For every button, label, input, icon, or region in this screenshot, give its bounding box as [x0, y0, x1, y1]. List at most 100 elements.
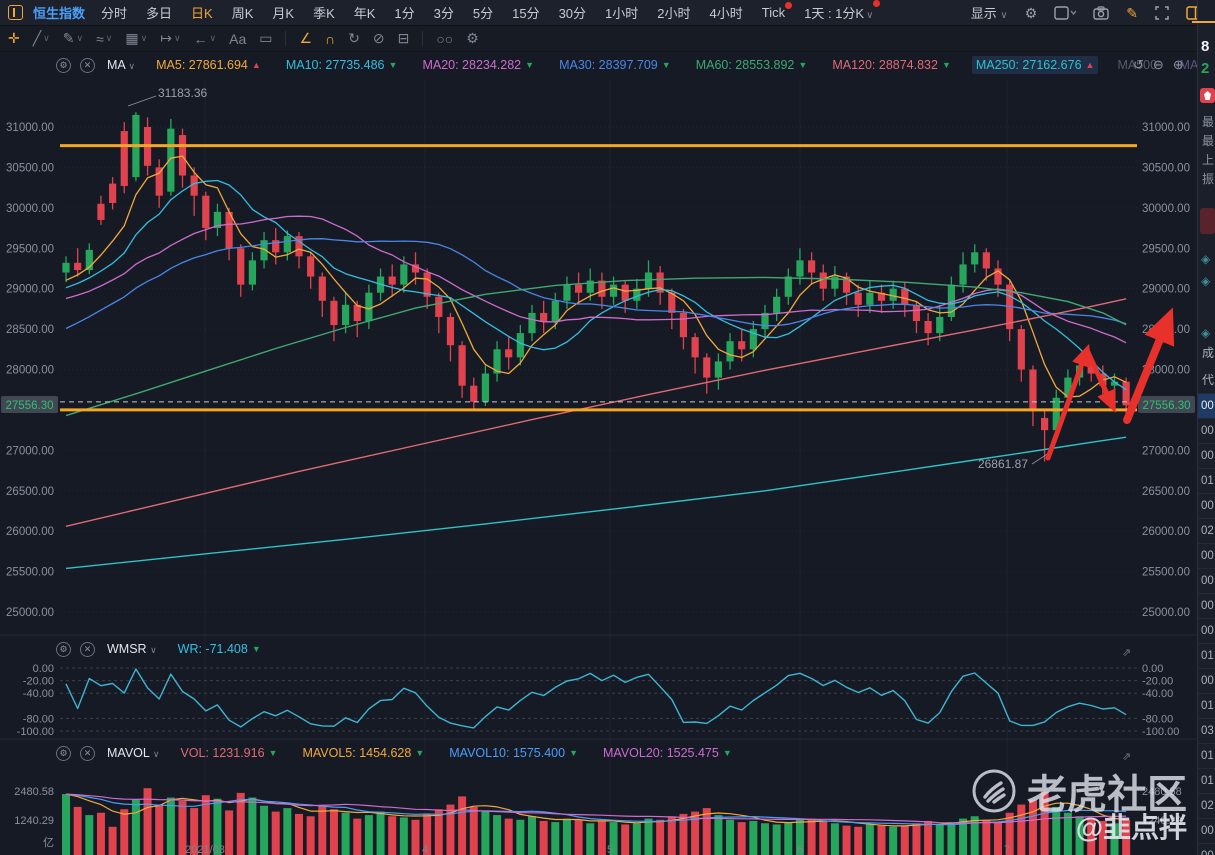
tab-3[interactable]: 日K: [191, 3, 213, 22]
hide-drawings-icon[interactable]: ⊘: [373, 30, 385, 47]
compare-icon[interactable]: ○○: [436, 31, 453, 47]
strip-label: 最: [1202, 134, 1215, 148]
camera-icon[interactable]: [1093, 5, 1109, 20]
stock-code-item[interactable]: 03: [1198, 718, 1215, 743]
tab-13[interactable]: 1小时: [605, 3, 638, 22]
chart-window-icon[interactable]: [8, 5, 23, 20]
trendline-tool-icon[interactable]: ╱ ∨: [33, 30, 50, 47]
tab-7[interactable]: 年K: [354, 3, 376, 22]
stock-code-item[interactable]: 01: [1198, 643, 1215, 668]
main-chart[interactable]: 31000.00 31000.00 30500.00 30500.00 30000.00…: [0, 0, 1197, 855]
frame-select-icon[interactable]: [1054, 5, 1077, 20]
tab-16[interactable]: Tick: [762, 2, 793, 20]
stock-code-item[interactable]: 01: [1198, 743, 1215, 768]
tab-10[interactable]: 5分: [473, 3, 493, 22]
svg-text:1240.29: 1240.29: [14, 815, 54, 827]
indicator-settings-icon[interactable]: ⚙: [56, 641, 71, 657]
wave-tool-icon[interactable]: ≈ ∨: [96, 31, 112, 47]
tab-2[interactable]: 多日: [146, 3, 172, 22]
indicator-value-mavol20[interactable]: MAVOL20: 1525.475 ▼: [599, 744, 736, 762]
indicator-value-vol[interactable]: VOL: 1231.916 ▼: [176, 744, 281, 762]
stock-code-item[interactable]: 00: [1198, 493, 1215, 518]
stock-code-item[interactable]: 00: [1198, 668, 1215, 693]
delete-drawings-icon[interactable]: ⊟: [398, 30, 410, 47]
tab-6[interactable]: 季K: [313, 3, 335, 22]
zoom-out-icon[interactable]: ⊖: [1153, 57, 1164, 73]
tab-17[interactable]: 1天 : 1分K ∨: [804, 0, 881, 22]
stock-code-item[interactable]: 00: [1198, 568, 1215, 593]
svg-text:-20.00: -20.00: [23, 676, 54, 688]
move-tool-icon[interactable]: ✛: [8, 30, 20, 47]
indicator-value-mavol10[interactable]: MAVOL10: 1575.400 ▼: [445, 744, 582, 762]
indicator-close-icon[interactable]: ✕: [80, 745, 95, 761]
pencil-icon[interactable]: ✎: [1126, 6, 1138, 20]
tab-8[interactable]: 1分: [394, 3, 414, 22]
zoom-in-icon[interactable]: ⊕: [1173, 57, 1184, 73]
stock-code-item[interactable]: 00: [1198, 393, 1215, 418]
indicator-value-ma60[interactable]: MA60: 28553.892 ▼: [692, 56, 812, 74]
layer-icon[interactable]: ◈: [1201, 274, 1210, 288]
stock-code-item[interactable]: 00: [1198, 593, 1215, 618]
text-tool-icon[interactable]: Aa: [229, 31, 246, 47]
expand-pane-icon[interactable]: ⇗: [1122, 646, 1131, 659]
indicator-name[interactable]: WMSR ∨: [107, 642, 157, 656]
stock-code-item[interactable]: 01: [1198, 693, 1215, 718]
strip-value: 8: [1201, 38, 1210, 55]
indicator-value-mavol5[interactable]: MAVOL5: 1454.628 ▼: [298, 744, 428, 762]
sell-button-partial[interactable]: [1200, 208, 1215, 234]
stock-code-item[interactable]: 01: [1198, 768, 1215, 793]
svg-text:7: 7: [1004, 844, 1010, 855]
tab-11[interactable]: 15分: [512, 3, 539, 22]
stock-code-item[interactable]: 00: [1198, 418, 1215, 443]
indicator-value-ma10[interactable]: MA10: 27735.486 ▼: [282, 56, 402, 74]
settings-icon[interactable]: ⚙: [1025, 6, 1038, 20]
arc-tool-icon[interactable]: ∩: [325, 31, 335, 47]
indicator-value-ma250[interactable]: MA250: 27162.676 ▲: [971, 56, 1099, 74]
stock-code-item[interactable]: 00: [1198, 618, 1215, 643]
indicator-name[interactable]: MA ∨: [107, 58, 135, 72]
indicator-value-ma120[interactable]: MA120: 28874.832 ▼: [828, 56, 955, 74]
tab-1[interactable]: 分时: [101, 3, 127, 22]
undo-icon[interactable]: ↺: [1133, 57, 1144, 73]
indicator-close-icon[interactable]: ✕: [80, 57, 95, 73]
tab-14[interactable]: 2小时: [657, 3, 690, 22]
tab-5[interactable]: 月K: [272, 3, 294, 22]
indicator-name[interactable]: MAVOL ∨: [107, 746, 159, 760]
stock-code-item[interactable]: 02: [1198, 793, 1215, 818]
indicator-value-ma5[interactable]: MA5: 27861.694 ▲: [152, 56, 265, 74]
stock-code-item[interactable]: 00: [1198, 543, 1215, 568]
tab-12[interactable]: 30分: [559, 3, 586, 22]
layer-icon[interactable]: ◈: [1201, 326, 1210, 340]
stock-code-item[interactable]: 00: [1198, 818, 1215, 843]
angle-tool-icon[interactable]: ∠: [299, 30, 312, 47]
indicator-close-icon[interactable]: ✕: [80, 641, 95, 657]
arrow-tool-icon[interactable]: ← ∨: [194, 31, 217, 47]
stock-code-item[interactable]: 00: [1198, 443, 1215, 468]
svg-text:26000.00: 26000.00: [1142, 526, 1190, 538]
tab-15[interactable]: 4小时: [710, 3, 743, 22]
replay-tool-icon[interactable]: ↻: [348, 30, 360, 47]
stock-code-item[interactable]: 00: [1198, 843, 1215, 855]
settings-icon[interactable]: ⚙: [466, 30, 479, 47]
tab-4[interactable]: 周K: [232, 3, 254, 22]
fullscreen-icon[interactable]: [1155, 5, 1169, 20]
indicator-settings-icon[interactable]: ⚙: [56, 745, 71, 761]
stock-code-item[interactable]: 02: [1198, 518, 1215, 543]
indicator-value-wr[interactable]: WR: -71.408 ▼: [174, 640, 265, 658]
indicator-value-ma20[interactable]: MA20: 28234.282 ▼: [418, 56, 538, 74]
strip-label: 上: [1202, 153, 1215, 167]
shape-tool-icon[interactable]: ✎ ∨: [63, 30, 83, 47]
tab-9[interactable]: 3分: [434, 3, 454, 22]
indicator-value-ma30[interactable]: MA30: 28397.709 ▼: [555, 56, 675, 74]
svg-text:31000.00: 31000.00: [1142, 122, 1190, 134]
stock-code-item[interactable]: 01: [1198, 468, 1215, 493]
layer-icon[interactable]: ◈: [1201, 252, 1210, 266]
expand-pane-icon[interactable]: ⇗: [1122, 750, 1131, 763]
display-menu-button[interactable]: 显示 ∨: [971, 3, 1008, 22]
pattern-tool-icon[interactable]: ▦ ∨: [125, 30, 147, 47]
measure-tool-icon[interactable]: ↦ ∨: [160, 30, 180, 47]
symbol-name[interactable]: 恒生指数: [33, 3, 85, 22]
indicator-settings-icon[interactable]: ⚙: [56, 57, 71, 73]
strip-label: 最: [1202, 115, 1215, 129]
note-tool-icon[interactable]: ▭: [259, 30, 272, 47]
